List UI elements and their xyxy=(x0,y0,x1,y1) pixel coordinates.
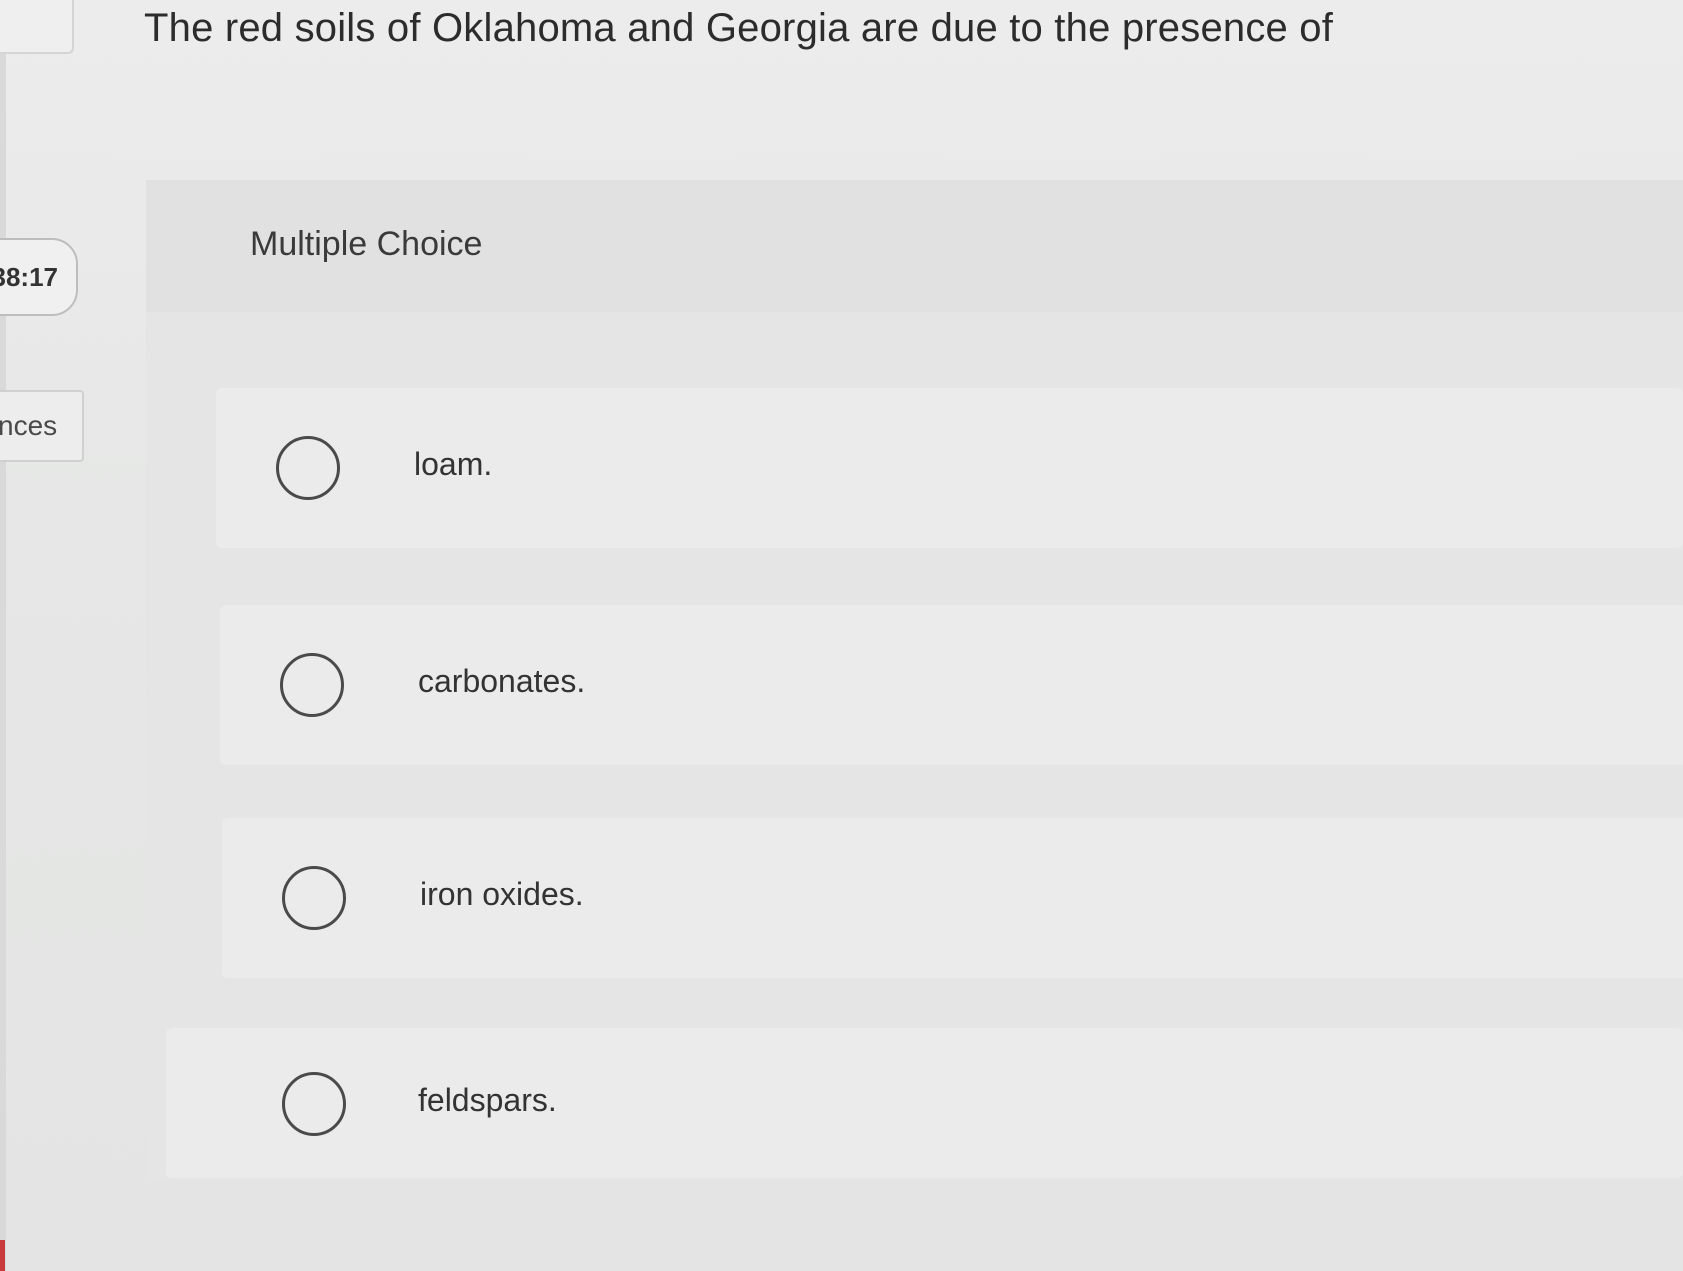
radio-button[interactable] xyxy=(282,866,346,930)
radio-button[interactable] xyxy=(276,436,340,500)
choice-label[interactable]: loam. xyxy=(414,446,492,483)
references-link-label: nces xyxy=(0,410,58,441)
choice-option[interactable]: feldspars. xyxy=(166,1028,1683,1178)
choice-label[interactable]: iron oxides. xyxy=(420,876,584,913)
choice-label[interactable]: carbonates. xyxy=(418,663,585,700)
choice-label[interactable]: feldspars. xyxy=(418,1082,557,1119)
question-text: The red soils of Oklahoma and Georgia ar… xyxy=(144,6,1334,50)
left-rail xyxy=(0,0,6,1271)
radio-button[interactable] xyxy=(280,653,344,717)
choice-option[interactable]: loam. xyxy=(216,388,1683,548)
references-link[interactable]: nces xyxy=(0,390,84,462)
timer-badge: 38:17 xyxy=(0,238,78,316)
choice-option[interactable]: carbonates. xyxy=(220,605,1683,765)
choice-option[interactable]: iron oxides. xyxy=(222,818,1683,978)
question-type-label: Multiple Choice xyxy=(250,225,483,263)
accent-mark xyxy=(0,1240,5,1271)
top-tab[interactable] xyxy=(0,0,74,54)
radio-button[interactable] xyxy=(282,1072,346,1136)
timer-text: 38:17 xyxy=(0,261,58,292)
